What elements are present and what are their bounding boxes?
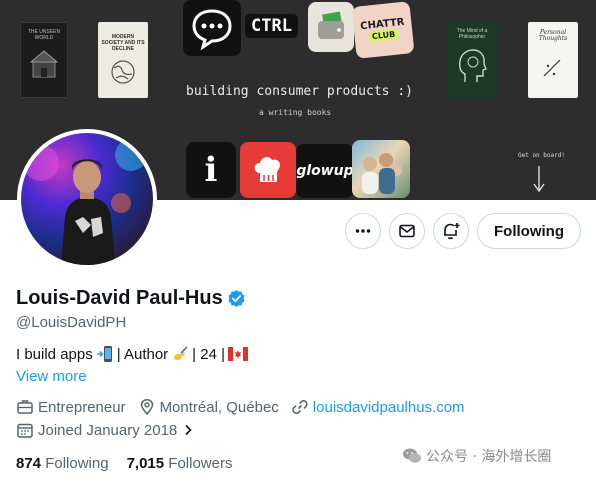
briefcase-icon (17, 400, 33, 414)
display-name-row: Louis-David Paul-Hus (16, 287, 246, 310)
wallet-icon (318, 11, 344, 39)
i-app-logo: i (204, 150, 218, 190)
banner-subheadline: a writing books (259, 108, 332, 117)
watermark-text: 公众号 · 海外增长圈 (426, 449, 552, 465)
view-more-link[interactable]: View more (16, 368, 87, 385)
avatar-photo (23, 139, 147, 265)
pen-sketch-icon (543, 59, 561, 77)
glowup-app-icon: glowup (296, 144, 354, 198)
joined-row: Joined January 2018 (16, 421, 211, 439)
message-button[interactable] (389, 213, 425, 249)
location-item: Montréal, Québec (138, 398, 279, 416)
wechat-watermark: 公众号 · 海外增长圈 (402, 446, 551, 466)
book-title: MODERN SOCIETY AND ITS DECLINE (101, 34, 145, 52)
ctrl-app-logo: CTRL (245, 14, 298, 38)
more-horizontal-icon (355, 229, 371, 233)
joined-text: Joined January 2018 (38, 421, 178, 439)
onboard-caption: Get on board! (518, 152, 565, 159)
display-name: Louis-David Paul-Hus (16, 287, 223, 309)
following-label: Following (45, 455, 109, 472)
book-title: The Mind of a Philosopher (456, 28, 488, 40)
chat-app-icon (183, 0, 241, 56)
banner-headline: building consumer products :) (186, 84, 413, 99)
profession-item: Entrepreneur (16, 398, 126, 416)
bio-text-author: | Author (116, 345, 169, 363)
chevron-right-icon (185, 424, 192, 436)
arrow-down-icon (533, 166, 545, 193)
glowup-logo: glowup (296, 163, 354, 179)
canada-flag-icon (227, 347, 248, 361)
follow-stats: 874 Following 7,015 Followers (16, 455, 250, 472)
bio-text-age: | 24 | (192, 345, 225, 363)
notifications-button[interactable] (433, 213, 469, 249)
book-cover-modern-society: MODERN SOCIETY AND ITS DECLINE (98, 22, 148, 98)
book-cover-mind-philosopher: The Mind of a Philosopher (447, 22, 497, 98)
book-title: Personal Thoughts (538, 29, 568, 42)
book-title: THE UNSEEN WORLD (27, 29, 61, 41)
profile-bio: I build apps | Author | 24 | (16, 345, 251, 363)
followers-count-link[interactable]: 7,015 Followers (127, 455, 233, 472)
followers-count: 7,015 (126, 455, 165, 472)
following-count: 874 (16, 455, 42, 472)
bell-plus-icon (444, 223, 460, 240)
mobile-phone-arrow-icon (96, 346, 112, 362)
chef-app-icon (240, 142, 296, 198)
calendar-icon (17, 423, 33, 438)
profile-meta-row: Entrepreneur Montréal, Québec louisdavid… (16, 398, 477, 416)
profession-text: Entrepreneur (38, 398, 126, 416)
followers-label: Followers (168, 455, 233, 472)
chef-hat-icon (254, 157, 281, 182)
website-link[interactable]: louisdavidpaulhus.com (313, 399, 465, 416)
head-profile-icon (458, 49, 487, 82)
photo-app-icon (352, 140, 410, 198)
website-item[interactable]: louisdavidpaulhus.com (291, 398, 465, 416)
following-count-link[interactable]: 874 Following (16, 455, 109, 472)
location-text: Montréal, Québec (159, 398, 279, 416)
link-icon (292, 400, 308, 414)
chat-bubble-icon (192, 9, 232, 50)
user-handle: @LouisDavidPH (16, 314, 127, 331)
house-illustration-icon (29, 50, 59, 78)
profile-avatar[interactable] (17, 129, 157, 269)
globe-illustration-icon (111, 60, 135, 84)
i-app-icon: i (186, 142, 236, 198)
bio-text-apps: I build apps (16, 345, 93, 363)
wallet-app-icon (308, 2, 354, 52)
wechat-logo-icon (403, 448, 421, 463)
following-button[interactable]: Following (477, 213, 581, 249)
envelope-icon (399, 224, 415, 238)
more-options-button[interactable] (345, 213, 381, 249)
chattr-badge: CLUB (368, 28, 399, 43)
group-photo-icon (362, 153, 402, 194)
book-cover-personal-thoughts: Personal Thoughts (528, 22, 578, 98)
location-pin-icon (140, 399, 153, 416)
joined-item[interactable]: Joined January 2018 (16, 421, 199, 439)
chattr-app-icon: CHATTR CLUB (351, 1, 415, 59)
writing-hand-icon (174, 346, 188, 361)
verified-badge-icon[interactable] (227, 289, 246, 308)
book-cover-unseen-world: THE UNSEEN WORLD (20, 22, 68, 98)
